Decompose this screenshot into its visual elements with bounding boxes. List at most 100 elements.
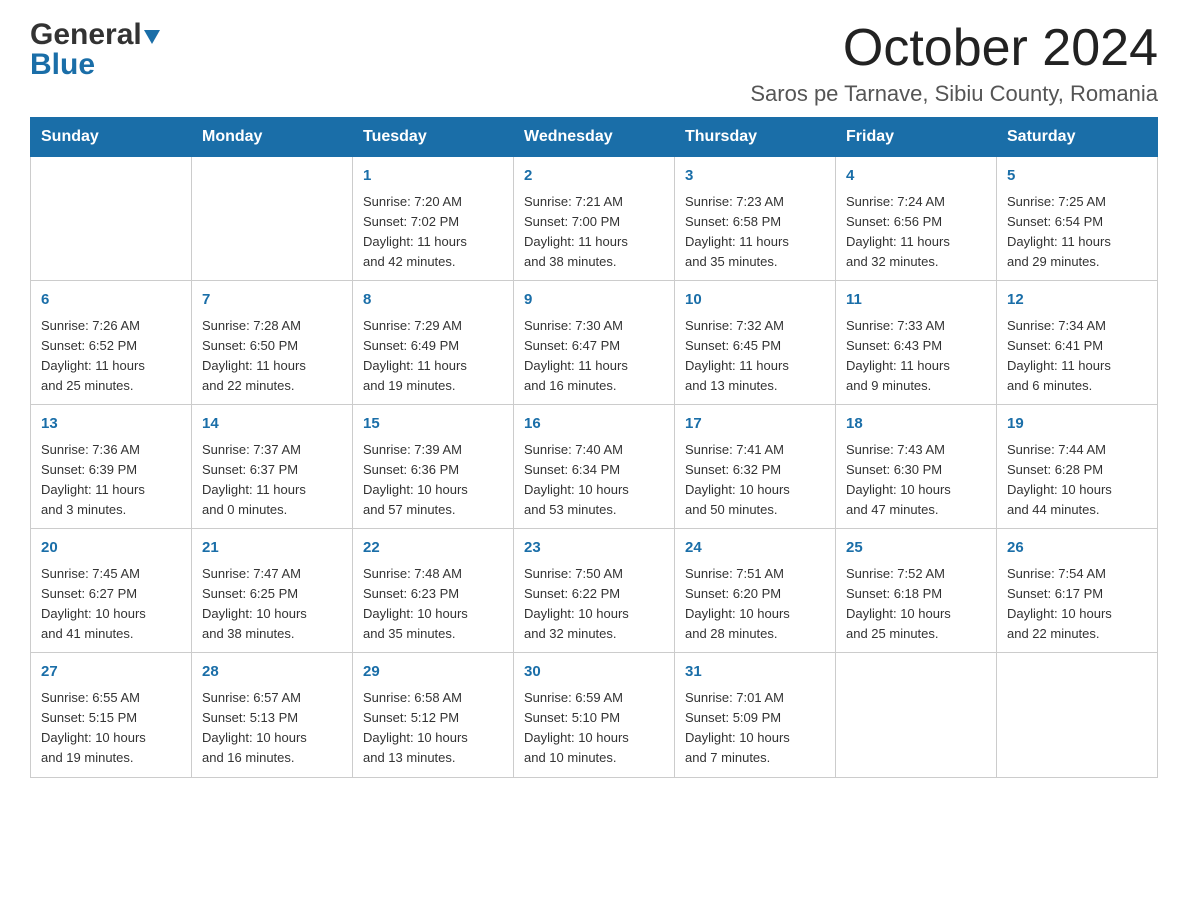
calendar-cell: 7Sunrise: 7:28 AM Sunset: 6:50 PM Daylig… <box>192 281 353 405</box>
day-info: Sunrise: 6:55 AM Sunset: 5:15 PM Dayligh… <box>41 688 181 769</box>
header-saturday: Saturday <box>997 118 1158 157</box>
day-info: Sunrise: 7:40 AM Sunset: 6:34 PM Dayligh… <box>524 440 664 521</box>
day-number: 17 <box>685 413 825 436</box>
calendar-table: SundayMondayTuesdayWednesdayThursdayFrid… <box>30 117 1158 777</box>
header-thursday: Thursday <box>675 118 836 157</box>
day-number: 30 <box>524 661 664 684</box>
day-info: Sunrise: 7:54 AM Sunset: 6:17 PM Dayligh… <box>1007 564 1147 645</box>
calendar-cell: 9 Sunrise: 7:30 AM Sunset: 6:47 PM Daylig… <box>514 281 675 405</box>
calendar-cell: 31 Sunrise: 7:01 AM Sunset: 5:09 PM Dayli… <box>675 653 836 777</box>
calendar-cell: 3 Sunrise: 7:23 AM Sunset: 6:58 PM Daylig… <box>675 157 836 281</box>
calendar-cell: 2 Sunrise: 7:21 AM Sunset: 7:00 PM Daylig… <box>514 157 675 281</box>
calendar-cell: 10Sunrise: 7:32 AM Sunset: 6:45 PM Dayli… <box>675 281 836 405</box>
day-number: 4 <box>846 165 986 188</box>
calendar-cell: 12 Sunrise: 7:34 AM Sunset: 6:41 PM Dayli… <box>997 281 1158 405</box>
day-number: 14 <box>202 413 342 436</box>
calendar-cell: 8 Sunrise: 7:29 AM Sunset: 6:49 PM Daylig… <box>353 281 514 405</box>
logo-general-text: General <box>30 18 142 51</box>
day-number: 5 <box>1007 165 1147 188</box>
day-number: 3 <box>685 165 825 188</box>
day-number: 8 <box>363 289 503 312</box>
calendar-cell: 18 Sunrise: 7:43 AM Sunset: 6:30 PM Dayli… <box>836 405 997 529</box>
calendar-cell <box>31 157 192 281</box>
day-info: Sunrise: 7:24 AM Sunset: 6:56 PM Dayligh… <box>846 192 986 273</box>
day-number: 31 <box>685 661 825 684</box>
month-title: October 2024 <box>750 20 1158 77</box>
day-number: 23 <box>524 537 664 560</box>
day-number: 16 <box>524 413 664 436</box>
day-number: 11 <box>846 289 986 312</box>
calendar-cell: 24 Sunrise: 7:51 AM Sunset: 6:20 PM Dayli… <box>675 529 836 653</box>
location: Saros pe Tarnave, Sibiu County, Romania <box>750 81 1158 107</box>
day-info: Sunrise: 7:36 AM Sunset: 6:39 PM Dayligh… <box>41 440 181 521</box>
day-number: 9 <box>524 289 664 312</box>
day-info: Sunrise: 7:33 AM Sunset: 6:43 PM Dayligh… <box>846 316 986 397</box>
day-number: 10 <box>685 289 825 312</box>
title-section: October 2024 Saros pe Tarnave, Sibiu Cou… <box>750 20 1158 107</box>
day-info: Sunrise: 7:47 AM Sunset: 6:25 PM Dayligh… <box>202 564 342 645</box>
day-info: Sunrise: 7:48 AM Sunset: 6:23 PM Dayligh… <box>363 564 503 645</box>
header-tuesday: Tuesday <box>353 118 514 157</box>
day-number: 19 <box>1007 413 1147 436</box>
day-number: 12 <box>1007 289 1147 312</box>
day-number: 21 <box>202 537 342 560</box>
day-number: 20 <box>41 537 181 560</box>
calendar-cell: 29Sunrise: 6:58 AM Sunset: 5:12 PM Dayli… <box>353 653 514 777</box>
page-header: General Blue October 2024 Saros pe Tarna… <box>30 20 1158 107</box>
day-number: 27 <box>41 661 181 684</box>
day-info: Sunrise: 7:51 AM Sunset: 6:20 PM Dayligh… <box>685 564 825 645</box>
calendar-cell: 16 Sunrise: 7:40 AM Sunset: 6:34 PM Dayli… <box>514 405 675 529</box>
day-number: 28 <box>202 661 342 684</box>
day-number: 25 <box>846 537 986 560</box>
day-number: 24 <box>685 537 825 560</box>
day-info: Sunrise: 7:01 AM Sunset: 5:09 PM Dayligh… <box>685 688 825 769</box>
day-info: Sunrise: 7:45 AM Sunset: 6:27 PM Dayligh… <box>41 564 181 645</box>
calendar-cell: 19 Sunrise: 7:44 AM Sunset: 6:28 PM Dayli… <box>997 405 1158 529</box>
calendar-cell <box>997 653 1158 777</box>
calendar-body: 1Sunrise: 7:20 AM Sunset: 7:02 PM Daylig… <box>31 157 1158 777</box>
day-info: Sunrise: 7:30 AM Sunset: 6:47 PM Dayligh… <box>524 316 664 397</box>
day-info: Sunrise: 7:41 AM Sunset: 6:32 PM Dayligh… <box>685 440 825 521</box>
calendar-cell: 20 Sunrise: 7:45 AM Sunset: 6:27 PM Dayli… <box>31 529 192 653</box>
calendar-cell: 13 Sunrise: 7:36 AM Sunset: 6:39 PM Dayli… <box>31 405 192 529</box>
day-info: Sunrise: 6:58 AM Sunset: 5:12 PM Dayligh… <box>363 688 503 769</box>
calendar-cell: 23 Sunrise: 7:50 AM Sunset: 6:22 PM Dayli… <box>514 529 675 653</box>
day-number: 1 <box>363 165 503 188</box>
calendar-cell: 27 Sunrise: 6:55 AM Sunset: 5:15 PM Dayli… <box>31 653 192 777</box>
day-info: Sunrise: 7:44 AM Sunset: 6:28 PM Dayligh… <box>1007 440 1147 521</box>
day-number: 18 <box>846 413 986 436</box>
day-number: 15 <box>363 413 503 436</box>
day-info: Sunrise: 7:52 AM Sunset: 6:18 PM Dayligh… <box>846 564 986 645</box>
day-number: 7 <box>202 289 342 312</box>
day-info: Sunrise: 6:57 AM Sunset: 5:13 PM Dayligh… <box>202 688 342 769</box>
calendar-cell: 11 Sunrise: 7:33 AM Sunset: 6:43 PM Dayli… <box>836 281 997 405</box>
day-info: Sunrise: 7:37 AM Sunset: 6:37 PM Dayligh… <box>202 440 342 521</box>
header-wednesday: Wednesday <box>514 118 675 157</box>
calendar-cell: 22Sunrise: 7:48 AM Sunset: 6:23 PM Dayli… <box>353 529 514 653</box>
calendar-cell: 5Sunrise: 7:25 AM Sunset: 6:54 PM Daylig… <box>997 157 1158 281</box>
week-row-0: 1Sunrise: 7:20 AM Sunset: 7:02 PM Daylig… <box>31 157 1158 281</box>
week-row-1: 6Sunrise: 7:26 AM Sunset: 6:52 PM Daylig… <box>31 281 1158 405</box>
calendar-cell <box>836 653 997 777</box>
day-info: Sunrise: 7:29 AM Sunset: 6:49 PM Dayligh… <box>363 316 503 397</box>
week-row-3: 20 Sunrise: 7:45 AM Sunset: 6:27 PM Dayli… <box>31 529 1158 653</box>
logo: General Blue <box>30 20 160 80</box>
calendar-cell: 4 Sunrise: 7:24 AM Sunset: 6:56 PM Daylig… <box>836 157 997 281</box>
day-info: Sunrise: 7:50 AM Sunset: 6:22 PM Dayligh… <box>524 564 664 645</box>
day-number: 26 <box>1007 537 1147 560</box>
calendar-cell: 6Sunrise: 7:26 AM Sunset: 6:52 PM Daylig… <box>31 281 192 405</box>
day-number: 13 <box>41 413 181 436</box>
day-number: 2 <box>524 165 664 188</box>
day-info: Sunrise: 7:23 AM Sunset: 6:58 PM Dayligh… <box>685 192 825 273</box>
header-sunday: Sunday <box>31 118 192 157</box>
calendar-cell: 1Sunrise: 7:20 AM Sunset: 7:02 PM Daylig… <box>353 157 514 281</box>
day-info: Sunrise: 6:59 AM Sunset: 5:10 PM Dayligh… <box>524 688 664 769</box>
day-info: Sunrise: 7:43 AM Sunset: 6:30 PM Dayligh… <box>846 440 986 521</box>
calendar-cell: 25 Sunrise: 7:52 AM Sunset: 6:18 PM Dayli… <box>836 529 997 653</box>
calendar-cell: 28 Sunrise: 6:57 AM Sunset: 5:13 PM Dayli… <box>192 653 353 777</box>
day-info: Sunrise: 7:34 AM Sunset: 6:41 PM Dayligh… <box>1007 316 1147 397</box>
week-row-4: 27 Sunrise: 6:55 AM Sunset: 5:15 PM Dayli… <box>31 653 1158 777</box>
day-info: Sunrise: 7:26 AM Sunset: 6:52 PM Dayligh… <box>41 316 181 397</box>
day-info: Sunrise: 7:21 AM Sunset: 7:00 PM Dayligh… <box>524 192 664 273</box>
logo-blue-text: Blue <box>30 48 95 81</box>
